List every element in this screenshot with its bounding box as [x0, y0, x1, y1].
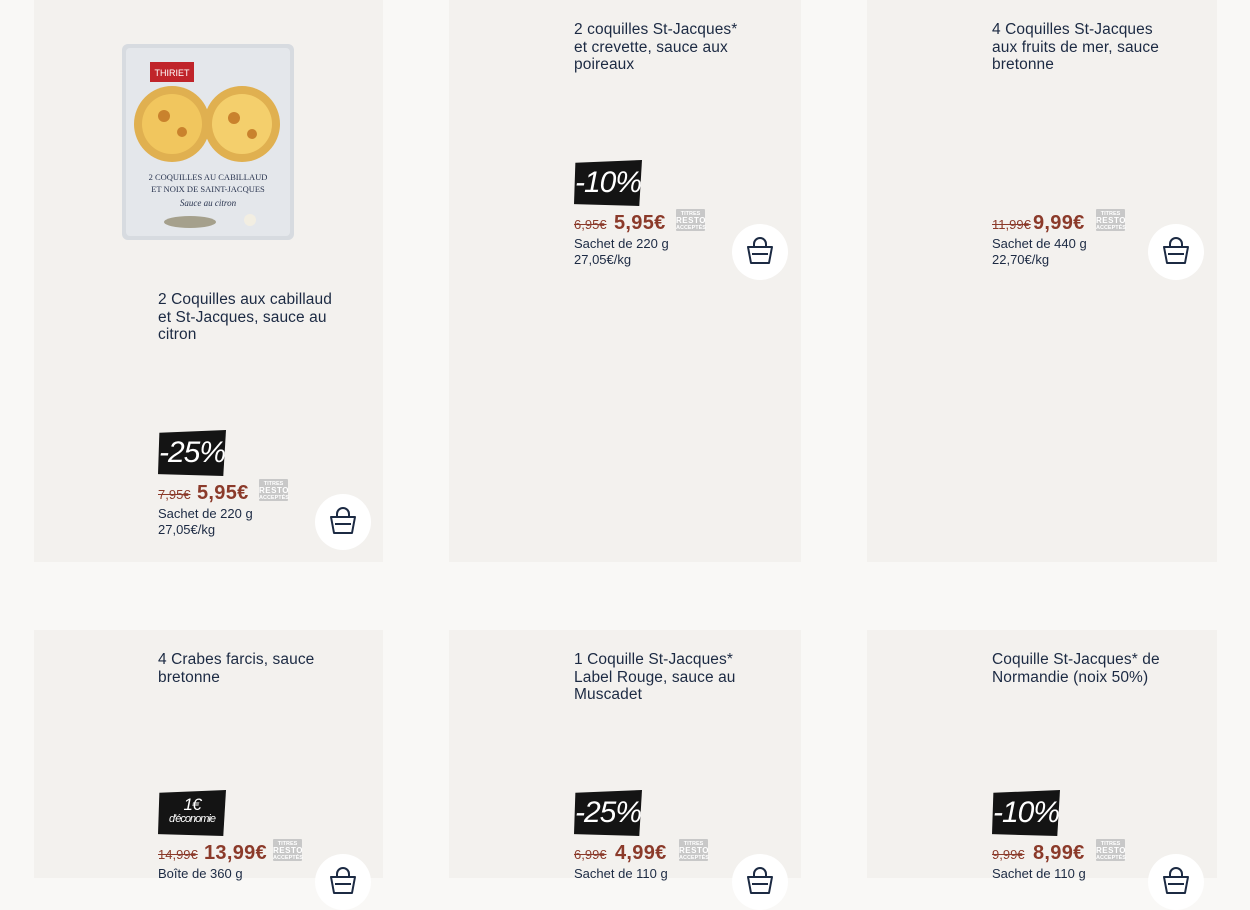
savings-badge: 1€ d'économie	[158, 790, 226, 836]
pack-size: Sachet de 110 g	[992, 866, 1086, 881]
product-title[interactable]: Coquille St-Jacques* de Normandie (noix …	[992, 651, 1160, 686]
titres-resto-icon: TITRES RESTO ACCEPTÉS	[273, 839, 303, 861]
pack-size: Sachet de 220 g	[574, 236, 669, 251]
old-price: 6,99€	[574, 847, 607, 862]
product-title[interactable]: 4 Coquilles St-Jacques aux fruits de mer…	[992, 21, 1159, 74]
discount-badge: -10%	[574, 160, 642, 206]
old-price: 9,99€	[992, 847, 1025, 862]
shopping-bag-icon	[1163, 237, 1189, 264]
discount-badge: -25%	[574, 790, 642, 836]
unit-price: 27,05€/kg	[158, 522, 216, 537]
shopping-bag-icon	[330, 507, 356, 534]
product-card[interactable]: Coquille St-Jacques* de Normandie (noix …	[867, 630, 1217, 910]
titres-resto-icon: TITRES RESTO ACCEPTÉS	[1096, 839, 1126, 861]
add-to-cart-button[interactable]	[732, 854, 788, 910]
product-image[interactable]: THIRIET 2 COQUILLES AU CABILLAUD ET NOIX…	[120, 42, 296, 242]
old-price: 7,95€	[158, 487, 191, 502]
new-price: 5,95€	[614, 212, 666, 234]
product-card[interactable]: 4 Coquilles St-Jacques aux fruits de mer…	[867, 0, 1217, 562]
shopping-bag-icon	[747, 237, 773, 264]
old-price: 6,95€	[574, 217, 607, 232]
discount-badge: -25%	[158, 430, 226, 476]
product-title[interactable]: 2 coquilles St-Jacques* et crevette, sau…	[574, 21, 737, 74]
pack-size: Sachet de 110 g	[574, 866, 668, 881]
add-to-cart-button[interactable]	[1148, 224, 1204, 280]
product-card[interactable]: 4 Crabes farcis, sauce bretonne 1€ d'éco…	[34, 630, 383, 910]
product-card[interactable]: THIRIET 2 COQUILLES AU CABILLAUD ET NOIX…	[34, 0, 383, 562]
product-title[interactable]: 4 Crabes farcis, sauce bretonne	[158, 651, 314, 686]
svg-text:THIRIET: THIRIET	[155, 68, 191, 78]
new-price: 9,99€	[1033, 212, 1085, 234]
new-price: 5,95€	[197, 482, 249, 504]
svg-text:2 COQUILLES AU CABILLAUD: 2 COQUILLES AU CABILLAUD	[149, 172, 268, 182]
titres-resto-icon: TITRES RESTO ACCEPTÉS	[259, 479, 289, 501]
add-to-cart-button[interactable]	[1148, 854, 1204, 910]
product-title[interactable]: 2 Coquilles aux cabillaud et St-Jacques,…	[158, 291, 332, 344]
add-to-cart-button[interactable]	[732, 224, 788, 280]
pack-size: Boîte de 360 g	[158, 866, 243, 881]
shopping-bag-icon	[1163, 867, 1189, 894]
svg-text:Sauce au citron: Sauce au citron	[180, 198, 237, 208]
pack-size: Sachet de 220 g	[158, 506, 253, 521]
titres-resto-icon: TITRES RESTO ACCEPTÉS	[1096, 209, 1126, 231]
unit-price: 22,70€/kg	[992, 252, 1050, 267]
new-price: 4,99€	[615, 842, 667, 864]
product-card[interactable]: 1 Coquille St-Jacques* Label Rouge, sauc…	[449, 630, 801, 910]
add-to-cart-button[interactable]	[315, 494, 371, 550]
old-price: 11,99€	[992, 217, 1031, 232]
add-to-cart-button[interactable]	[315, 854, 371, 910]
discount-badge: -10%	[992, 790, 1060, 836]
old-price: 14,99€	[158, 847, 198, 862]
new-price: 8,99€	[1033, 842, 1085, 864]
titres-resto-icon: TITRES RESTO ACCEPTÉS	[679, 839, 709, 861]
product-title[interactable]: 1 Coquille St-Jacques* Label Rouge, sauc…	[574, 651, 736, 704]
titres-resto-icon: TITRES RESTO ACCEPTÉS	[676, 209, 706, 231]
shopping-bag-icon	[330, 867, 356, 894]
product-card[interactable]: 2 coquilles St-Jacques* et crevette, sau…	[449, 0, 801, 562]
unit-price: 27,05€/kg	[574, 252, 632, 267]
product-package-image: THIRIET 2 COQUILLES AU CABILLAUD ET NOIX…	[122, 44, 294, 240]
shopping-bag-icon	[747, 867, 773, 894]
pack-size: Sachet de 440 g	[992, 236, 1087, 251]
svg-text:ET NOIX DE SAINT-JACQUES: ET NOIX DE SAINT-JACQUES	[151, 184, 265, 194]
new-price: 13,99€	[204, 842, 267, 864]
